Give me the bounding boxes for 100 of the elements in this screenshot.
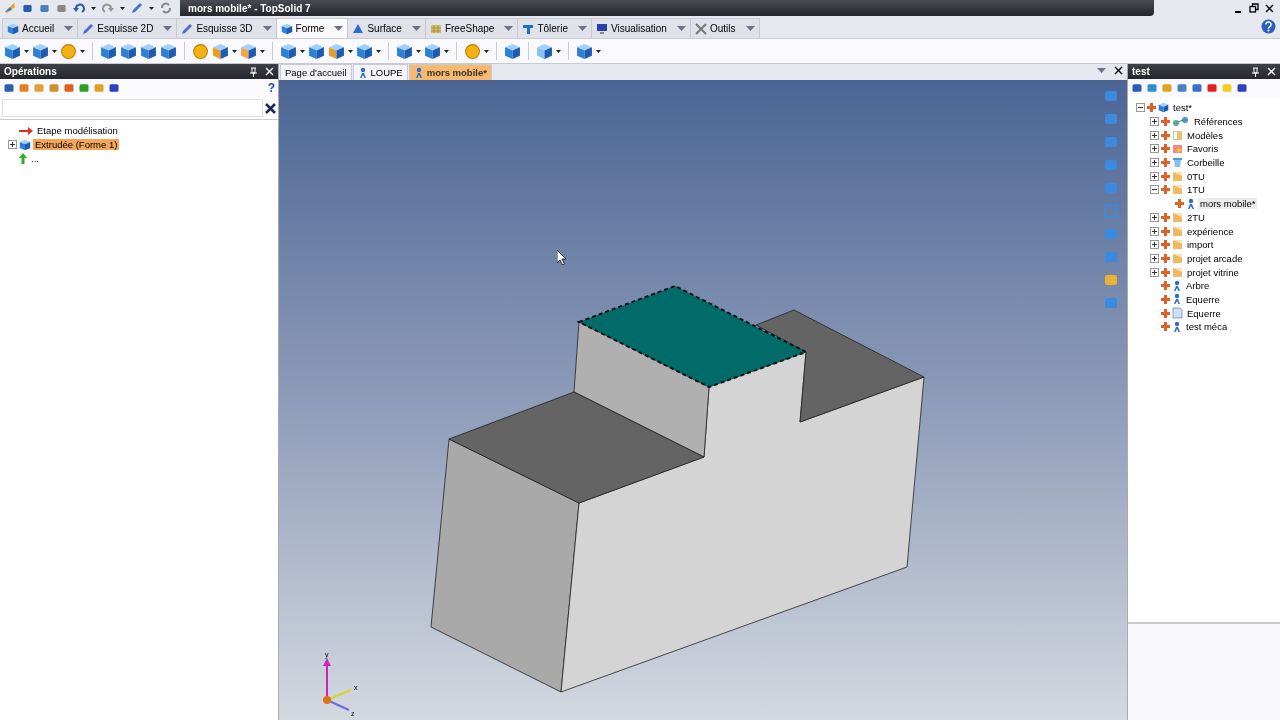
expand-toggle[interactable] [1150, 117, 1159, 127]
search-field[interactable] [2, 99, 263, 117]
expand-toggle[interactable] [1150, 158, 1159, 168]
tree-item[interactable]: test méca [1184, 321, 1230, 333]
help-icon[interactable] [1261, 19, 1276, 34]
tool-icon[interactable] [1131, 82, 1143, 94]
caret-icon[interactable] [52, 49, 57, 53]
expand-toggle[interactable] [1150, 144, 1159, 154]
tool-icon[interactable] [63, 82, 75, 94]
document-tab[interactable]: LOUPE [352, 64, 408, 80]
cube-icon[interactable] [100, 42, 117, 60]
caret-icon[interactable] [91, 6, 96, 10]
cube-icon[interactable] [32, 42, 49, 60]
caret-icon[interactable] [556, 49, 561, 53]
cube-icon[interactable] [424, 42, 441, 60]
tree-item[interactable]: Etape modélisation [35, 125, 120, 137]
expand-toggle[interactable] [1150, 267, 1159, 277]
cube-icon[interactable] [240, 42, 257, 60]
tree-item[interactable]: 1TU [1185, 184, 1207, 196]
cube-icon[interactable] [4, 42, 21, 60]
ribbon-tab[interactable]: Esquisse 3D [176, 18, 277, 38]
expand-toggle[interactable] [1150, 171, 1159, 181]
tree-item[interactable]: mors mobile* [1198, 198, 1258, 210]
tree-item[interactable]: import [1185, 239, 1216, 251]
ribbon-tab[interactable]: Tôlerie [517, 18, 592, 38]
expand-toggle[interactable] [1150, 253, 1159, 263]
tree-item[interactable]: Equerre [1185, 307, 1223, 319]
ribbon-tab[interactable]: Outils [689, 18, 760, 38]
caret-icon[interactable] [416, 49, 421, 53]
caret-icon[interactable] [300, 49, 305, 53]
cube-icon[interactable] [212, 42, 229, 60]
caret-icon[interactable] [120, 6, 125, 10]
cube-icon[interactable] [328, 42, 345, 60]
tree-item[interactable]: 0TU [1185, 170, 1207, 182]
expand-toggle[interactable] [1136, 103, 1145, 113]
undo-icon[interactable] [73, 2, 85, 14]
tree-item[interactable]: Favoris [1185, 143, 1221, 155]
tree-item[interactable]: projet arcade [1185, 252, 1245, 264]
caret-icon[interactable] [444, 49, 449, 53]
expand-toggle[interactable] [1150, 185, 1159, 195]
caret-icon[interactable] [24, 49, 29, 53]
tree-item[interactable]: Arbre [1184, 280, 1212, 292]
expand-toggle[interactable] [8, 140, 17, 150]
document-tab[interactable]: mors mobile* [408, 64, 492, 80]
caret-icon[interactable] [484, 49, 489, 53]
tree-item[interactable]: test* [1171, 102, 1194, 114]
cube-icon[interactable] [504, 42, 521, 60]
caret-icon[interactable] [232, 49, 237, 53]
close-icon[interactable] [1114, 66, 1123, 75]
tree-item[interactable]: ... [29, 152, 41, 164]
caret-icon[interactable] [80, 49, 85, 53]
cube-icon[interactable] [576, 42, 593, 60]
tree-item[interactable]: Corbeille [1185, 157, 1227, 169]
cube-icon[interactable] [536, 42, 553, 60]
close-icon[interactable] [1265, 3, 1274, 13]
tree-item[interactable]: Extrudée (Forme 1) [33, 139, 120, 151]
expand-toggle[interactable] [1150, 226, 1159, 236]
tool-icon[interactable] [3, 82, 15, 94]
tool-icon[interactable] [108, 82, 120, 94]
tree-item[interactable]: projet vitrine [1185, 266, 1241, 278]
caret-icon[interactable] [260, 49, 265, 53]
caret-icon[interactable] [596, 49, 601, 53]
cube-icon[interactable] [140, 42, 157, 60]
pencil-icon[interactable] [131, 2, 143, 14]
clear-icon[interactable] [265, 102, 276, 114]
ribbon-tab[interactable]: Esquisse 2D [77, 18, 178, 38]
caret-icon[interactable] [149, 6, 154, 10]
expand-toggle[interactable] [1150, 130, 1159, 140]
expand-toggle[interactable] [1150, 212, 1159, 222]
ribbon-tab[interactable]: Forme [275, 18, 349, 38]
caret-icon[interactable] [376, 49, 381, 53]
refresh-icon[interactable] [160, 2, 172, 14]
help-button[interactable]: ? [267, 81, 275, 95]
cube-icon[interactable] [356, 42, 373, 60]
tool-icon[interactable] [1236, 82, 1248, 94]
ribbon-tab[interactable]: FreeShape [424, 18, 519, 38]
caret-icon[interactable] [348, 49, 353, 53]
app-logo-icon[interactable] [4, 2, 16, 14]
tree-item[interactable]: expérience [1185, 225, 1236, 237]
pin-icon[interactable] [250, 66, 257, 77]
tool-icon[interactable] [1176, 82, 1188, 94]
cube-icon[interactable] [160, 42, 177, 60]
tool-icon[interactable] [1206, 82, 1218, 94]
pin-icon[interactable] [1252, 66, 1259, 77]
cube-icon[interactable] [396, 42, 413, 60]
tree-item[interactable]: Modèles [1185, 129, 1225, 141]
ribbon-tab[interactable]: Accueil [2, 18, 79, 38]
restore-icon[interactable] [1249, 3, 1259, 13]
tool-icon[interactable] [1146, 82, 1158, 94]
tree-item[interactable]: 2TU [1185, 211, 1207, 223]
tree-item[interactable]: Références [1192, 116, 1245, 128]
cube-icon[interactable] [308, 42, 325, 60]
ribbon-tab[interactable]: Surface [347, 18, 426, 38]
cube-icon[interactable] [280, 42, 297, 60]
ribbon-tab[interactable]: Visualisation [590, 18, 691, 38]
sphere-icon[interactable] [192, 42, 209, 60]
expand-toggle[interactable] [1150, 240, 1159, 250]
document-tab[interactable]: Page d'accueil [280, 64, 352, 80]
tool-icon[interactable] [78, 82, 90, 94]
tree-item[interactable]: Equerre [1184, 293, 1222, 305]
